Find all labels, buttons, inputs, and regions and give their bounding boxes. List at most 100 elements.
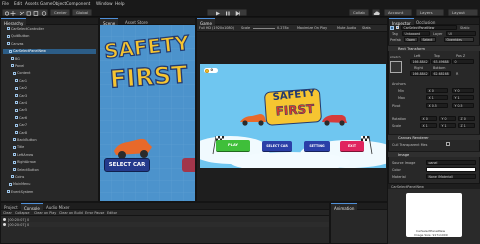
- layout-dropdown[interactable]: Layout: [448, 8, 478, 16]
- rotation-x[interactable]: X 0: [420, 116, 437, 121]
- hierarchy-item[interactable]: MainMenu: [3, 182, 96, 186]
- collab-button[interactable]: Collab: [349, 8, 369, 16]
- hierarchy-item[interactable]: CarSelectPanelNew: [3, 49, 96, 54]
- menu-assets[interactable]: Assets: [25, 1, 39, 6]
- anchor-min-y[interactable]: Y 0: [452, 88, 474, 93]
- canvas-renderer-header[interactable]: Canvas Renderer: [388, 134, 480, 140]
- scene-view[interactable]: SAFETY FIRST SELECT CAR: [100, 25, 195, 201]
- menu-gameobject[interactable]: GameObject: [40, 1, 66, 6]
- tab-console[interactable]: Console: [21, 203, 43, 211]
- scale-y[interactable]: Y 1: [439, 123, 456, 128]
- hierarchy-item[interactable]: Car6: [3, 116, 96, 120]
- game-scale-slider[interactable]: [253, 28, 275, 29]
- hierarchy-item[interactable]: RightArrow: [3, 160, 96, 164]
- play-icon[interactable]: [216, 11, 220, 15]
- console-editor-dropdown[interactable]: Editor: [107, 211, 117, 215]
- console-clear-on-build-button[interactable]: Clear on Build: [59, 211, 83, 215]
- hierarchy-item[interactable]: Car5: [3, 108, 96, 112]
- hierarchy-item[interactable]: BackButton: [3, 138, 96, 142]
- static-toggle[interactable]: Static: [460, 26, 470, 30]
- hierarchy-item[interactable]: Car8: [3, 131, 96, 135]
- stats-toggle[interactable]: Stats: [362, 26, 371, 30]
- console-row[interactable]: [00:20:07] 0: [1, 222, 329, 227]
- transform-tools[interactable]: [2, 8, 48, 16]
- tab-game[interactable]: Game: [197, 18, 215, 26]
- raw-edit-button[interactable]: R: [456, 72, 458, 76]
- pivot-center-toggle[interactable]: Center: [50, 8, 70, 16]
- hierarchy-item[interactable]: Car2: [3, 86, 96, 90]
- hierarchy-item[interactable]: Coins: [3, 175, 96, 179]
- tab-inspector[interactable]: Inspector: [389, 18, 414, 26]
- setting-button[interactable]: SETTING: [304, 141, 330, 152]
- cull-transparent-checkbox[interactable]: [446, 142, 450, 146]
- material-field[interactable]: None (Material): [426, 174, 476, 179]
- maximize-on-play-toggle[interactable]: Maximize On Play: [297, 26, 327, 30]
- object-name-field[interactable]: CarSelectPanelNew: [401, 25, 457, 30]
- tab-animation[interactable]: Animation: [331, 203, 358, 211]
- hierarchy-item[interactable]: Canvas: [3, 42, 96, 46]
- step-icon[interactable]: [235, 10, 240, 16]
- hierarchy-item[interactable]: Title: [3, 145, 96, 149]
- hierarchy-item[interactable]: Car1: [3, 79, 96, 83]
- image-header[interactable]: Image: [388, 151, 480, 157]
- hierarchy-item[interactable]: QuitButton: [3, 34, 96, 38]
- pivot-y[interactable]: Y 0.5: [452, 103, 474, 108]
- scale-z[interactable]: Z 1: [458, 123, 475, 128]
- prefab-select-button[interactable]: Select: [420, 37, 436, 42]
- anchor-max-y[interactable]: Y 1: [452, 95, 474, 100]
- hierarchy-item[interactable]: Panel: [3, 64, 96, 68]
- anchors-foldout[interactable]: Anchors: [392, 82, 406, 86]
- tab-occlusion[interactable]: Occlusion: [413, 18, 438, 25]
- menu-help[interactable]: Help: [115, 1, 125, 6]
- prefab-overrides-dropdown[interactable]: Overrides: [444, 37, 474, 42]
- anchor-min-x[interactable]: X 0: [426, 88, 448, 93]
- hierarchy-item[interactable]: LeftArrow: [3, 153, 96, 157]
- scale-x[interactable]: X 1: [420, 123, 437, 128]
- menu-file[interactable]: File: [2, 1, 9, 6]
- right-field[interactable]: 166.8842: [410, 71, 430, 76]
- rect-transform-header[interactable]: Rect Transform: [388, 45, 480, 51]
- layer-dropdown[interactable]: UI: [446, 31, 476, 36]
- menu-edit[interactable]: Edit: [14, 1, 22, 6]
- hierarchy-item[interactable]: Car4: [3, 101, 96, 105]
- menu-component[interactable]: Component: [66, 1, 90, 6]
- game-resolution-dropdown[interactable]: Full HD (1920x1080): [199, 26, 234, 30]
- hierarchy-item[interactable]: BG: [3, 57, 96, 61]
- tag-dropdown[interactable]: Untagged: [402, 31, 430, 36]
- pivot-x[interactable]: X 0.5: [426, 103, 448, 108]
- anchor-max-x[interactable]: X 1: [426, 95, 448, 100]
- top-field[interactable]: 63.49688: [431, 59, 451, 64]
- game-viewport[interactable]: 0 SAFETY FIRST PLAY SELECT CAR SETTING E…: [200, 64, 386, 168]
- color-swatch[interactable]: [426, 167, 476, 172]
- left-field[interactable]: 166.8842: [410, 59, 430, 64]
- hierarchy-item[interactable]: EventSystem: [3, 190, 96, 194]
- play-button[interactable]: PLAY: [216, 140, 250, 152]
- prefab-open-button[interactable]: Open: [404, 37, 418, 42]
- mute-audio-toggle[interactable]: Mute Audio: [337, 26, 356, 30]
- menu-window[interactable]: Window: [96, 1, 113, 6]
- rotation-y[interactable]: Y 0: [439, 116, 456, 121]
- console-clear-button[interactable]: Clear: [3, 211, 12, 215]
- posz-field[interactable]: 0: [452, 59, 474, 64]
- hierarchy-item[interactable]: Content: [3, 71, 96, 75]
- tab-scene[interactable]: Scene: [100, 18, 119, 26]
- tab-project[interactable]: Project: [1, 203, 21, 210]
- rotation-z[interactable]: Z 0: [458, 116, 475, 121]
- space-global-toggle[interactable]: Global: [72, 8, 92, 16]
- layers-dropdown[interactable]: Layers: [416, 8, 444, 16]
- pause-icon[interactable]: [226, 11, 228, 15]
- bottom-field[interactable]: 62.68168: [431, 71, 451, 76]
- console-clear-on-play-button[interactable]: Clear on Play: [34, 211, 56, 215]
- cloud-button[interactable]: [372, 8, 380, 16]
- hierarchy-item[interactable]: SelectButton: [3, 168, 96, 172]
- exit-button[interactable]: EXIT: [340, 141, 364, 152]
- tab-asset-store[interactable]: Asset Store: [122, 18, 151, 25]
- hierarchy-item[interactable]: Car3: [3, 94, 96, 98]
- tab-hierarchy[interactable]: Hierarchy: [1, 18, 27, 26]
- hierarchy-item[interactable]: CarSelectController: [3, 27, 96, 31]
- active-checkbox[interactable]: [396, 26, 399, 29]
- console-collapse-button[interactable]: Collapse: [15, 211, 29, 215]
- console-error-pause-button[interactable]: Error Pause: [85, 211, 104, 215]
- tab-audio-mixer[interactable]: Audio Mixer: [43, 203, 73, 210]
- scene-select-car-button[interactable]: SELECT CAR: [104, 158, 150, 172]
